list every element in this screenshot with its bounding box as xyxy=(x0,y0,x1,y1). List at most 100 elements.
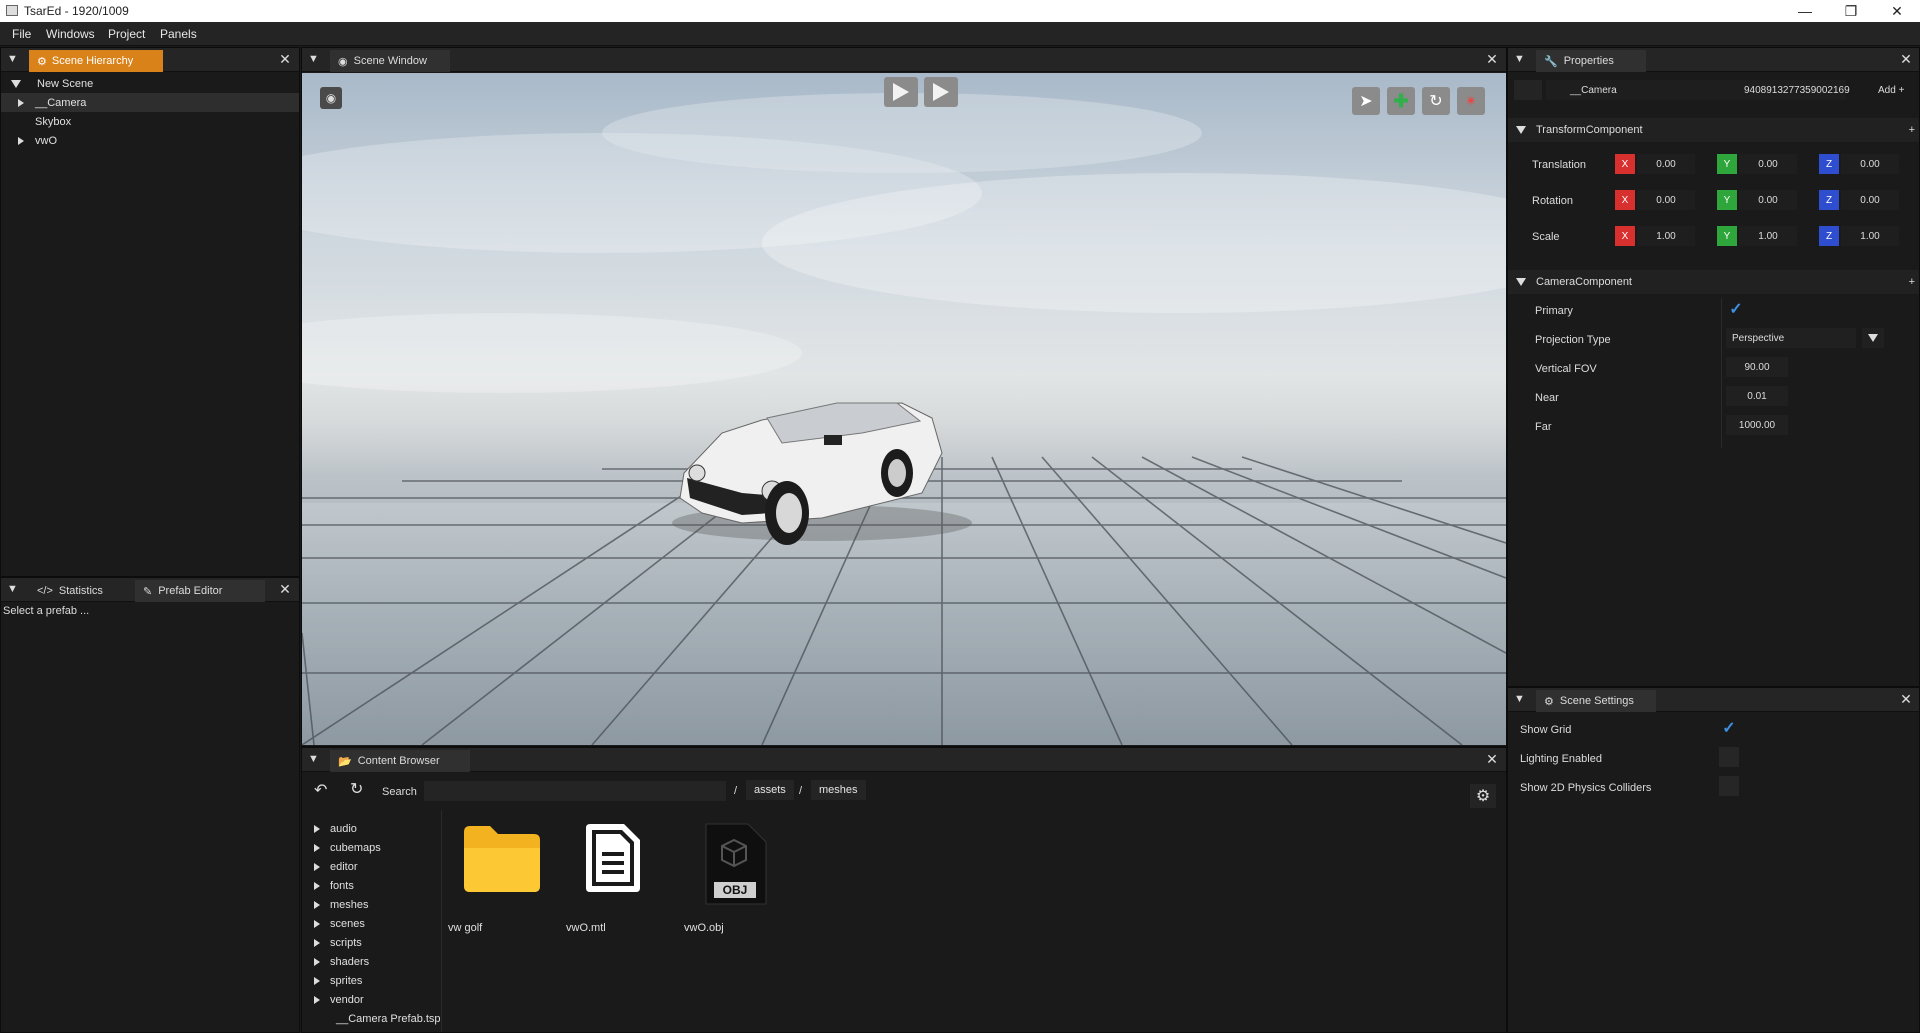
tab-scene-window[interactable]: ◉ Scene Window xyxy=(330,50,450,72)
asset-vwo-mtl[interactable]: vwO.mtl xyxy=(566,822,674,934)
tree-item-new-scene[interactable]: New Scene xyxy=(1,74,299,93)
search-input[interactable] xyxy=(424,781,726,801)
show-grid-checkbox[interactable]: ✓ xyxy=(1719,718,1739,738)
play-button[interactable] xyxy=(884,77,918,107)
expand-right-icon[interactable] xyxy=(18,136,24,145)
scene-viewport[interactable]: ◉ ➤ ✚ ↻ ✴ xyxy=(302,73,1506,745)
add-component-button[interactable]: Add + xyxy=(1878,85,1904,96)
transform-settings-button[interactable]: + xyxy=(1909,124,1915,136)
minimize-button[interactable]: — xyxy=(1782,0,1828,22)
select-tool-button[interactable]: ➤ xyxy=(1352,87,1380,115)
translation-z-reset[interactable]: Z xyxy=(1819,154,1839,174)
scale-z-reset[interactable]: Z xyxy=(1819,226,1839,246)
tree-folder-meshes[interactable]: meshes xyxy=(314,896,369,914)
camera-component-header[interactable]: CameraComponent + xyxy=(1508,270,1919,294)
close-icon[interactable]: ✕ xyxy=(1484,51,1500,67)
tab-menu-icon[interactable]: ▼ xyxy=(308,53,322,67)
scale-y-input[interactable]: 1.00 xyxy=(1739,226,1797,246)
collapse-icon[interactable] xyxy=(1516,278,1526,286)
car-model[interactable] xyxy=(672,402,972,545)
expand-right-icon[interactable] xyxy=(314,882,320,890)
expand-right-icon[interactable] xyxy=(314,996,320,1004)
tab-menu-icon[interactable]: ▼ xyxy=(1514,53,1528,67)
scale-y-reset[interactable]: Y xyxy=(1717,226,1737,246)
projection-dropdown-button[interactable] xyxy=(1862,328,1884,348)
expand-right-icon[interactable] xyxy=(314,977,320,985)
asset-vw-golf[interactable]: vw golf xyxy=(448,822,550,934)
tree-folder-sprites[interactable]: sprites xyxy=(314,972,362,990)
show-colliders-checkbox[interactable] xyxy=(1719,776,1739,796)
tab-scene-settings[interactable]: ⚙ Scene Settings xyxy=(1536,690,1656,712)
expand-right-icon[interactable] xyxy=(314,958,320,966)
close-icon[interactable]: ✕ xyxy=(277,581,293,597)
tree-item-camera[interactable]: __Camera xyxy=(1,93,299,112)
tree-item-skybox[interactable]: Skybox xyxy=(1,112,299,131)
tab-menu-icon[interactable]: ▼ xyxy=(7,53,21,67)
collapse-icon[interactable] xyxy=(1516,126,1526,134)
expand-right-icon[interactable] xyxy=(18,98,24,107)
close-icon[interactable]: ✕ xyxy=(1898,691,1914,707)
tree-item-vwo[interactable]: vwO xyxy=(1,131,299,150)
vertical-fov-input[interactable]: 90.00 xyxy=(1726,357,1788,377)
translation-x-input[interactable]: 0.00 xyxy=(1637,154,1695,174)
tab-properties[interactable]: 🔧 Properties xyxy=(1536,50,1646,72)
close-icon[interactable]: ✕ xyxy=(1484,751,1500,767)
settings-button[interactable]: ⚙ xyxy=(1470,784,1496,808)
menu-windows[interactable]: Windows xyxy=(46,27,95,41)
entity-toggle[interactable] xyxy=(1514,80,1542,100)
scale-tool-button[interactable]: ✴ xyxy=(1457,87,1485,115)
simulate-button[interactable] xyxy=(924,77,958,107)
translation-y-input[interactable]: 0.00 xyxy=(1739,154,1797,174)
expand-right-icon[interactable] xyxy=(314,863,320,871)
rotation-z-input[interactable]: 0.00 xyxy=(1841,190,1899,210)
breadcrumb-meshes[interactable]: meshes xyxy=(811,780,866,800)
tree-folder-scenes[interactable]: scenes xyxy=(314,915,365,933)
tab-content-browser[interactable]: 📂 Content Browser xyxy=(330,750,470,772)
move-tool-button[interactable]: ✚ xyxy=(1387,87,1415,115)
tree-folder-vendor[interactable]: vendor xyxy=(314,991,364,1009)
rotation-z-reset[interactable]: Z xyxy=(1819,190,1839,210)
tree-folder-audio[interactable]: audio xyxy=(314,820,357,838)
rotation-x-input[interactable]: 0.00 xyxy=(1637,190,1695,210)
tab-statistics[interactable]: </> Statistics xyxy=(29,580,111,602)
expand-right-icon[interactable] xyxy=(314,825,320,833)
scale-x-input[interactable]: 1.00 xyxy=(1637,226,1695,246)
expand-right-icon[interactable] xyxy=(314,920,320,928)
far-input[interactable]: 1000.00 xyxy=(1726,415,1788,435)
tab-menu-icon[interactable]: ▼ xyxy=(308,753,322,767)
tree-folder-shaders[interactable]: shaders xyxy=(314,953,369,971)
translation-y-reset[interactable]: Y xyxy=(1717,154,1737,174)
camera-settings-button[interactable]: + xyxy=(1909,276,1915,288)
rotation-x-reset[interactable]: X xyxy=(1615,190,1635,210)
rotation-y-input[interactable]: 0.00 xyxy=(1739,190,1797,210)
translation-z-input[interactable]: 0.00 xyxy=(1841,154,1899,174)
asset-vwo-obj[interactable]: OBJ vwO.obj xyxy=(684,822,792,934)
expand-right-icon[interactable] xyxy=(314,844,320,852)
expand-down-icon[interactable] xyxy=(11,79,21,88)
tab-menu-icon[interactable]: ▼ xyxy=(1514,693,1528,707)
transform-header[interactable]: TransformComponent + xyxy=(1508,118,1919,142)
tree-folder-cubemaps[interactable]: cubemaps xyxy=(314,839,381,857)
tree-folder-fonts[interactable]: fonts xyxy=(314,877,354,895)
menu-project[interactable]: Project xyxy=(108,27,145,41)
tree-folder-editor[interactable]: editor xyxy=(314,858,358,876)
tab-scene-hierarchy[interactable]: ⚙ Scene Hierarchy xyxy=(29,50,163,72)
screenshot-button[interactable]: ◉ xyxy=(320,87,342,109)
primary-checkbox[interactable]: ✓ xyxy=(1726,299,1746,319)
tab-prefab-editor[interactable]: ✎ Prefab Editor xyxy=(135,580,265,602)
expand-right-icon[interactable] xyxy=(314,901,320,909)
scale-x-reset[interactable]: X xyxy=(1615,226,1635,246)
expand-right-icon[interactable] xyxy=(314,939,320,947)
restore-button[interactable]: ❐ xyxy=(1828,0,1874,22)
breadcrumb-assets[interactable]: assets xyxy=(746,780,794,800)
back-arrow-icon[interactable]: ↶ xyxy=(314,780,327,800)
translation-x-reset[interactable]: X xyxy=(1615,154,1635,174)
menu-file[interactable]: File xyxy=(12,27,31,41)
lighting-enabled-checkbox[interactable] xyxy=(1719,747,1739,767)
refresh-icon[interactable]: ↻ xyxy=(350,779,363,799)
rotate-tool-button[interactable]: ↻ xyxy=(1422,87,1450,115)
rotation-y-reset[interactable]: Y xyxy=(1717,190,1737,210)
tree-folder-scripts[interactable]: scripts xyxy=(314,934,362,952)
close-window-button[interactable]: ✕ xyxy=(1874,0,1920,22)
close-icon[interactable]: ✕ xyxy=(277,51,293,67)
